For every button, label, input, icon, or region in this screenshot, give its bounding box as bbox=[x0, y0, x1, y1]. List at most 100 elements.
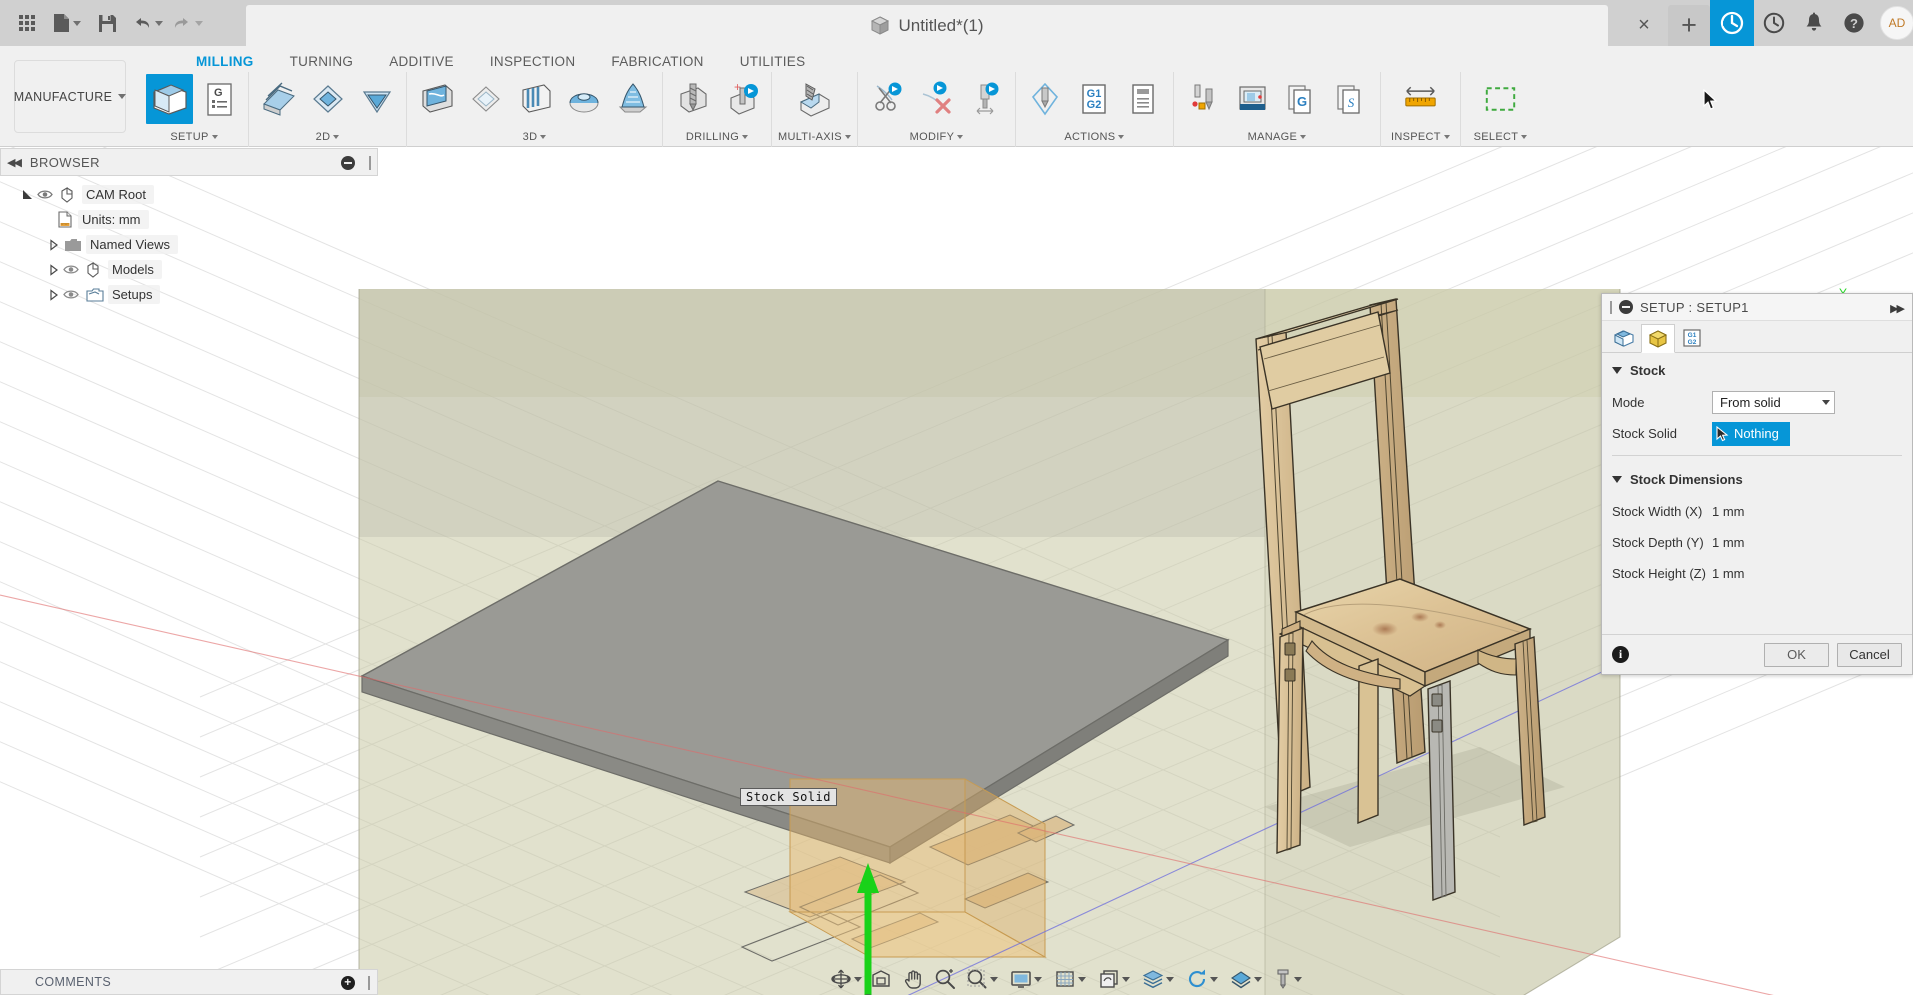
undo-icon[interactable] bbox=[128, 3, 166, 43]
panel-label-select[interactable]: SELECT bbox=[1467, 127, 1534, 147]
appearance-icon[interactable] bbox=[1228, 968, 1268, 990]
expander-collapsed-icon[interactable] bbox=[48, 263, 60, 276]
orbit-icon[interactable] bbox=[828, 968, 868, 990]
save-icon[interactable] bbox=[88, 3, 126, 43]
dialog-collapse-icon[interactable] bbox=[1619, 300, 1633, 314]
dialog-drag-handle[interactable] bbox=[1610, 300, 1612, 314]
panel-label-inspect[interactable]: INSPECT bbox=[1387, 127, 1454, 147]
contour-command[interactable] bbox=[560, 74, 607, 124]
browser-minimize-icon[interactable] bbox=[341, 156, 355, 170]
chevron-down-icon[interactable] bbox=[1294, 976, 1302, 982]
comments-resize-handle[interactable] bbox=[368, 976, 370, 990]
chevron-down-icon[interactable] bbox=[154, 20, 163, 26]
panel-label-modify[interactable]: MODIFY bbox=[864, 127, 1009, 147]
pocket-2d-command[interactable] bbox=[353, 74, 400, 124]
post-process-tab[interactable]: G1 G2 bbox=[1675, 323, 1709, 352]
tab-utilities[interactable]: UTILITIES bbox=[722, 50, 824, 73]
viewports-icon[interactable] bbox=[1096, 968, 1136, 990]
notification-bell-icon[interactable] bbox=[1794, 0, 1834, 46]
new-tab-button[interactable]: + bbox=[1668, 5, 1710, 46]
machine-library-command[interactable] bbox=[1229, 74, 1276, 124]
comments-panel[interactable]: COMMENTS + bbox=[0, 969, 378, 995]
ok-button[interactable]: OK bbox=[1764, 642, 1829, 667]
ramp-command[interactable] bbox=[609, 74, 656, 124]
tree-node-models[interactable]: Models bbox=[0, 257, 378, 282]
look-at-icon[interactable] bbox=[868, 968, 894, 990]
visibility-eye-icon[interactable] bbox=[60, 264, 82, 275]
document-tab[interactable]: Untitled*(1) bbox=[246, 5, 1608, 46]
add-comment-icon[interactable]: + bbox=[341, 976, 355, 990]
measure-command[interactable] bbox=[1397, 74, 1444, 124]
expander-collapsed-icon[interactable] bbox=[48, 238, 60, 251]
job-status-icon[interactable] bbox=[1754, 0, 1794, 46]
visibility-eye-icon[interactable] bbox=[34, 189, 56, 200]
drill-command[interactable] bbox=[669, 74, 716, 124]
chevron-down-icon[interactable] bbox=[73, 20, 81, 26]
tree-node-named-views[interactable]: Named Views bbox=[0, 232, 378, 257]
grid-snaps-icon[interactable] bbox=[1052, 968, 1092, 990]
chevron-down-icon[interactable] bbox=[854, 976, 862, 982]
stock-solid-select-button[interactable]: Nothing bbox=[1712, 421, 1790, 446]
adaptive-2d-command[interactable] bbox=[304, 74, 351, 124]
panel-label-manage[interactable]: MANAGE bbox=[1180, 127, 1374, 147]
pocket-clearing-command[interactable] bbox=[462, 74, 509, 124]
tool-icon[interactable] bbox=[1272, 968, 1308, 990]
bore-command[interactable]: + bbox=[718, 74, 765, 124]
job-list-command[interactable]: G bbox=[195, 74, 242, 124]
extend-toolpath-command[interactable] bbox=[962, 74, 1009, 124]
parallel-command[interactable] bbox=[511, 74, 558, 124]
tree-node-cam-root[interactable]: CAM Root bbox=[0, 182, 378, 207]
zoom-icon[interactable] bbox=[932, 968, 958, 990]
adaptive-clearing-command[interactable] bbox=[413, 74, 460, 124]
setup-dialog-titlebar[interactable]: SETUP : SETUP1 ▶▶ bbox=[1602, 294, 1912, 321]
chevron-down-icon[interactable] bbox=[1034, 976, 1042, 982]
avatar[interactable]: AD bbox=[1880, 6, 1913, 40]
simulate-command[interactable] bbox=[1022, 74, 1069, 124]
delete-toolpath-command[interactable] bbox=[913, 74, 960, 124]
panel-label-drilling[interactable]: DRILLING bbox=[669, 127, 765, 147]
browser-resize-handle[interactable] bbox=[369, 156, 371, 170]
tab-inspection[interactable]: INSPECTION bbox=[472, 50, 594, 73]
chevron-down-icon[interactable] bbox=[194, 20, 203, 26]
setup-sheet-command[interactable] bbox=[1120, 74, 1167, 124]
face-command[interactable] bbox=[255, 74, 302, 124]
tab-milling[interactable]: MILLING bbox=[178, 50, 272, 73]
dialog-expand-icon[interactable]: ▶▶ bbox=[1890, 302, 1905, 315]
panel-label-2d[interactable]: 2D bbox=[255, 127, 400, 147]
trim-toolpath-command[interactable] bbox=[864, 74, 911, 124]
chevron-down-icon[interactable] bbox=[1210, 976, 1218, 982]
setup-command[interactable] bbox=[146, 74, 193, 124]
panel-label-3d[interactable]: 3D bbox=[413, 127, 656, 147]
tab-turning[interactable]: TURNING bbox=[272, 50, 372, 73]
tool-library-command[interactable] bbox=[1180, 74, 1227, 124]
shop-documents-command[interactable]: S bbox=[1327, 74, 1374, 124]
chevron-down-icon[interactable] bbox=[1078, 976, 1086, 982]
select-window-command[interactable] bbox=[1477, 74, 1524, 124]
nc-programs-command[interactable]: G bbox=[1278, 74, 1325, 124]
extension-icon[interactable] bbox=[1710, 0, 1754, 46]
visibility-eye-icon[interactable] bbox=[60, 289, 82, 300]
panel-label-multi-axis[interactable]: MULTI-AXIS bbox=[778, 127, 851, 147]
tree-node-units[interactable]: Units: mm bbox=[0, 207, 378, 232]
stock-section-header[interactable]: Stock bbox=[1612, 353, 1902, 387]
workspace-selector[interactable]: MANUFACTURE bbox=[14, 60, 127, 133]
info-icon[interactable]: i bbox=[1612, 646, 1629, 663]
post-process-command[interactable]: G1 G2 bbox=[1071, 74, 1118, 124]
help-icon[interactable]: ? bbox=[1834, 0, 1874, 46]
display-settings-icon[interactable] bbox=[1008, 968, 1048, 990]
layers-icon[interactable] bbox=[1140, 968, 1180, 990]
chevron-down-icon[interactable] bbox=[990, 976, 998, 982]
close-document-button[interactable]: × bbox=[1626, 8, 1662, 42]
stock-tab[interactable] bbox=[1641, 324, 1675, 353]
pan-icon[interactable] bbox=[900, 968, 926, 990]
cancel-button[interactable]: Cancel bbox=[1837, 642, 1902, 667]
chevron-down-icon[interactable] bbox=[1254, 976, 1262, 982]
setup-tab[interactable] bbox=[1607, 323, 1641, 352]
panel-label-setup[interactable]: SETUP bbox=[146, 127, 242, 147]
tree-node-setups[interactable]: Setups bbox=[0, 282, 378, 307]
new-file-icon[interactable] bbox=[48, 3, 86, 43]
expander-expanded-icon[interactable] bbox=[22, 189, 34, 201]
mode-select[interactable]: From solid bbox=[1712, 391, 1835, 414]
refresh-icon[interactable] bbox=[1184, 968, 1224, 990]
redo-icon[interactable] bbox=[168, 3, 206, 43]
